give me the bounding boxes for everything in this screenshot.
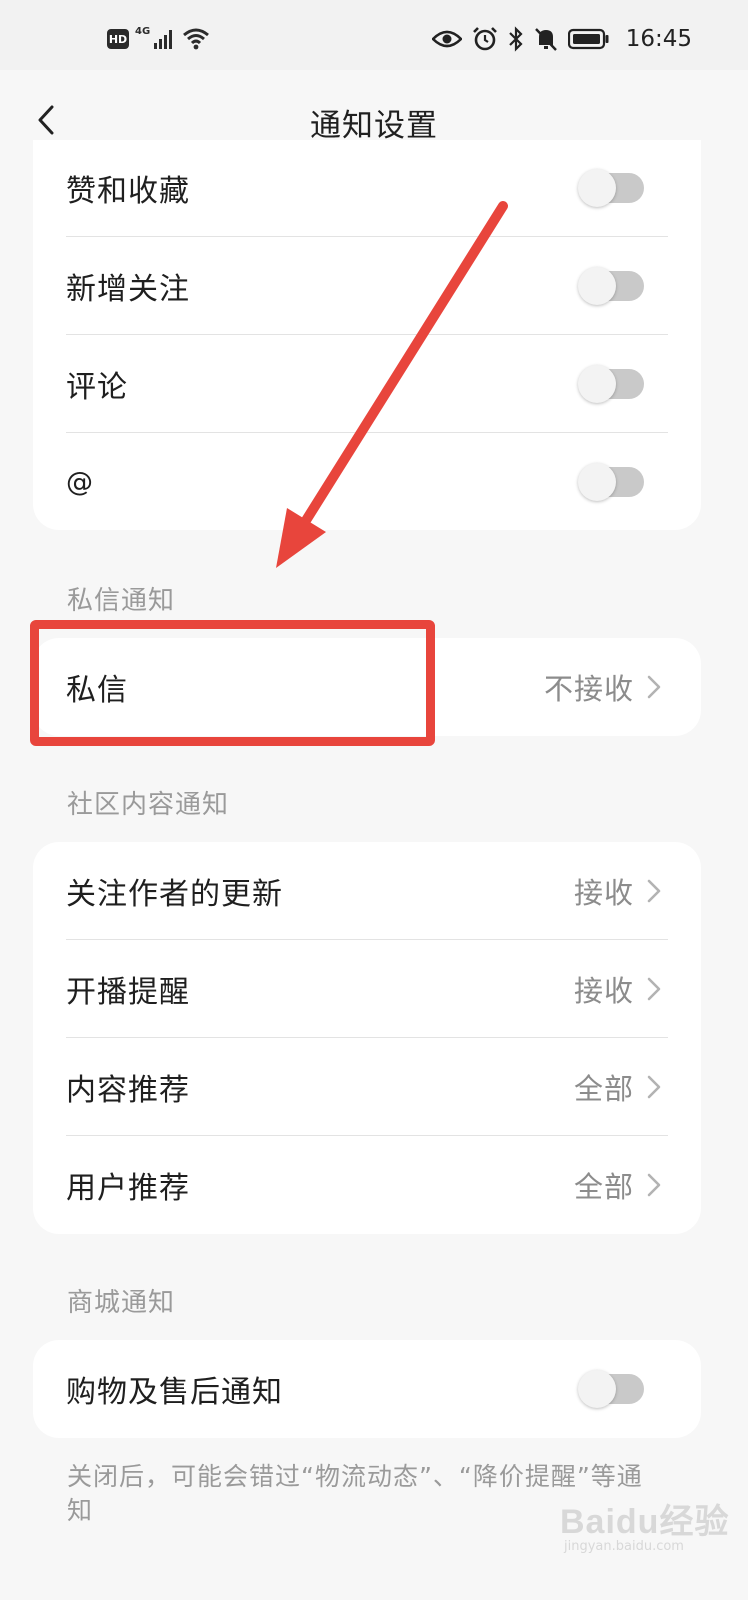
chevron-right-icon <box>640 877 668 905</box>
shopping-aftersale-toggle[interactable] <box>578 1370 644 1408</box>
row-value: 全部 <box>573 1072 634 1106</box>
row-value-wrap: 接收 <box>574 968 668 1010</box>
watermark-logo: Baidu经验 <box>560 1503 730 1541</box>
following-updates-row[interactable]: 关注作者的更新 接收 <box>66 842 668 940</box>
network-type: 4G <box>135 26 151 37</box>
new-follow-row[interactable]: 新增关注 <box>66 237 668 335</box>
row-value: 接收 <box>573 876 634 910</box>
row-value: 全部 <box>573 1170 634 1204</box>
row-label: 内容推荐 <box>66 1073 190 1108</box>
private-message-row[interactable]: 私信 不接收 <box>66 638 668 736</box>
status-left: HD 4G <box>107 26 210 50</box>
battery-icon <box>567 28 609 50</box>
chevron-right-icon <box>640 673 668 701</box>
section-header-private-message: 私信通知 <box>67 586 176 616</box>
hd-badge: HD <box>107 29 129 49</box>
live-reminder-row[interactable]: 开播提醒 接收 <box>66 940 668 1038</box>
row-label: 评论 <box>66 370 128 405</box>
bluetooth-icon <box>508 26 523 52</box>
mall-card: 购物及售后通知 <box>33 1340 701 1438</box>
comments-toggle[interactable] <box>578 365 644 403</box>
alarm-icon <box>472 27 497 51</box>
row-value-wrap: 不接收 <box>544 666 668 708</box>
wifi-icon <box>183 28 210 50</box>
row-value-wrap: 接收 <box>574 870 668 912</box>
user-recommend-row[interactable]: 用户推荐 全部 <box>66 1136 668 1234</box>
row-label: 关注作者的更新 <box>66 877 283 912</box>
watermark: Baidu经验 jingyan.baidu.com <box>560 1494 729 1554</box>
chevron-right-icon <box>640 975 668 1003</box>
eye-icon <box>431 30 462 48</box>
mute-bell-icon <box>534 28 557 51</box>
row-value: 接收 <box>573 974 634 1008</box>
content-recommend-row[interactable]: 内容推荐 全部 <box>66 1038 668 1136</box>
likes-collects-toggle[interactable] <box>578 169 644 207</box>
community-card: 关注作者的更新 接收 开播提醒 接收 内容推荐 全部 用户推荐 全部 <box>33 842 701 1234</box>
row-value: 不接收 <box>543 672 634 706</box>
row-value-wrap: 全部 <box>574 1164 668 1206</box>
page-title: 通知设置 <box>310 108 438 144</box>
interaction-card: 赞和收藏 新增关注 评论 @ <box>33 140 701 530</box>
row-value-wrap: 全部 <box>574 1066 668 1108</box>
private-message-card: 私信 不接收 <box>33 638 701 736</box>
row-label: 赞和收藏 <box>66 174 190 209</box>
status-right: 16:45 <box>431 26 692 52</box>
row-label: @ <box>66 466 94 498</box>
row-label: 新增关注 <box>66 272 190 307</box>
comments-row[interactable]: 评论 <box>66 335 668 433</box>
mention-row[interactable]: @ <box>66 433 668 531</box>
chevron-right-icon <box>640 1171 668 1199</box>
row-label: 开播提醒 <box>66 975 190 1010</box>
chevron-right-icon <box>640 1073 668 1101</box>
row-label: 私信 <box>66 673 128 708</box>
shopping-aftersale-row[interactable]: 购物及售后通知 <box>66 1340 668 1438</box>
row-label: 用户推荐 <box>66 1171 190 1206</box>
clock: 16:45 <box>625 26 692 52</box>
new-follow-toggle[interactable] <box>578 267 644 305</box>
section-header-community: 社区内容通知 <box>67 790 230 820</box>
signal-icon <box>154 30 173 49</box>
status-bar: HD 4G 16:45 <box>0 0 748 70</box>
row-label: 购物及售后通知 <box>66 1375 283 1410</box>
likes-collects-row[interactable]: 赞和收藏 <box>66 140 668 236</box>
section-header-mall: 商城通知 <box>67 1288 176 1318</box>
mention-toggle[interactable] <box>578 463 644 501</box>
